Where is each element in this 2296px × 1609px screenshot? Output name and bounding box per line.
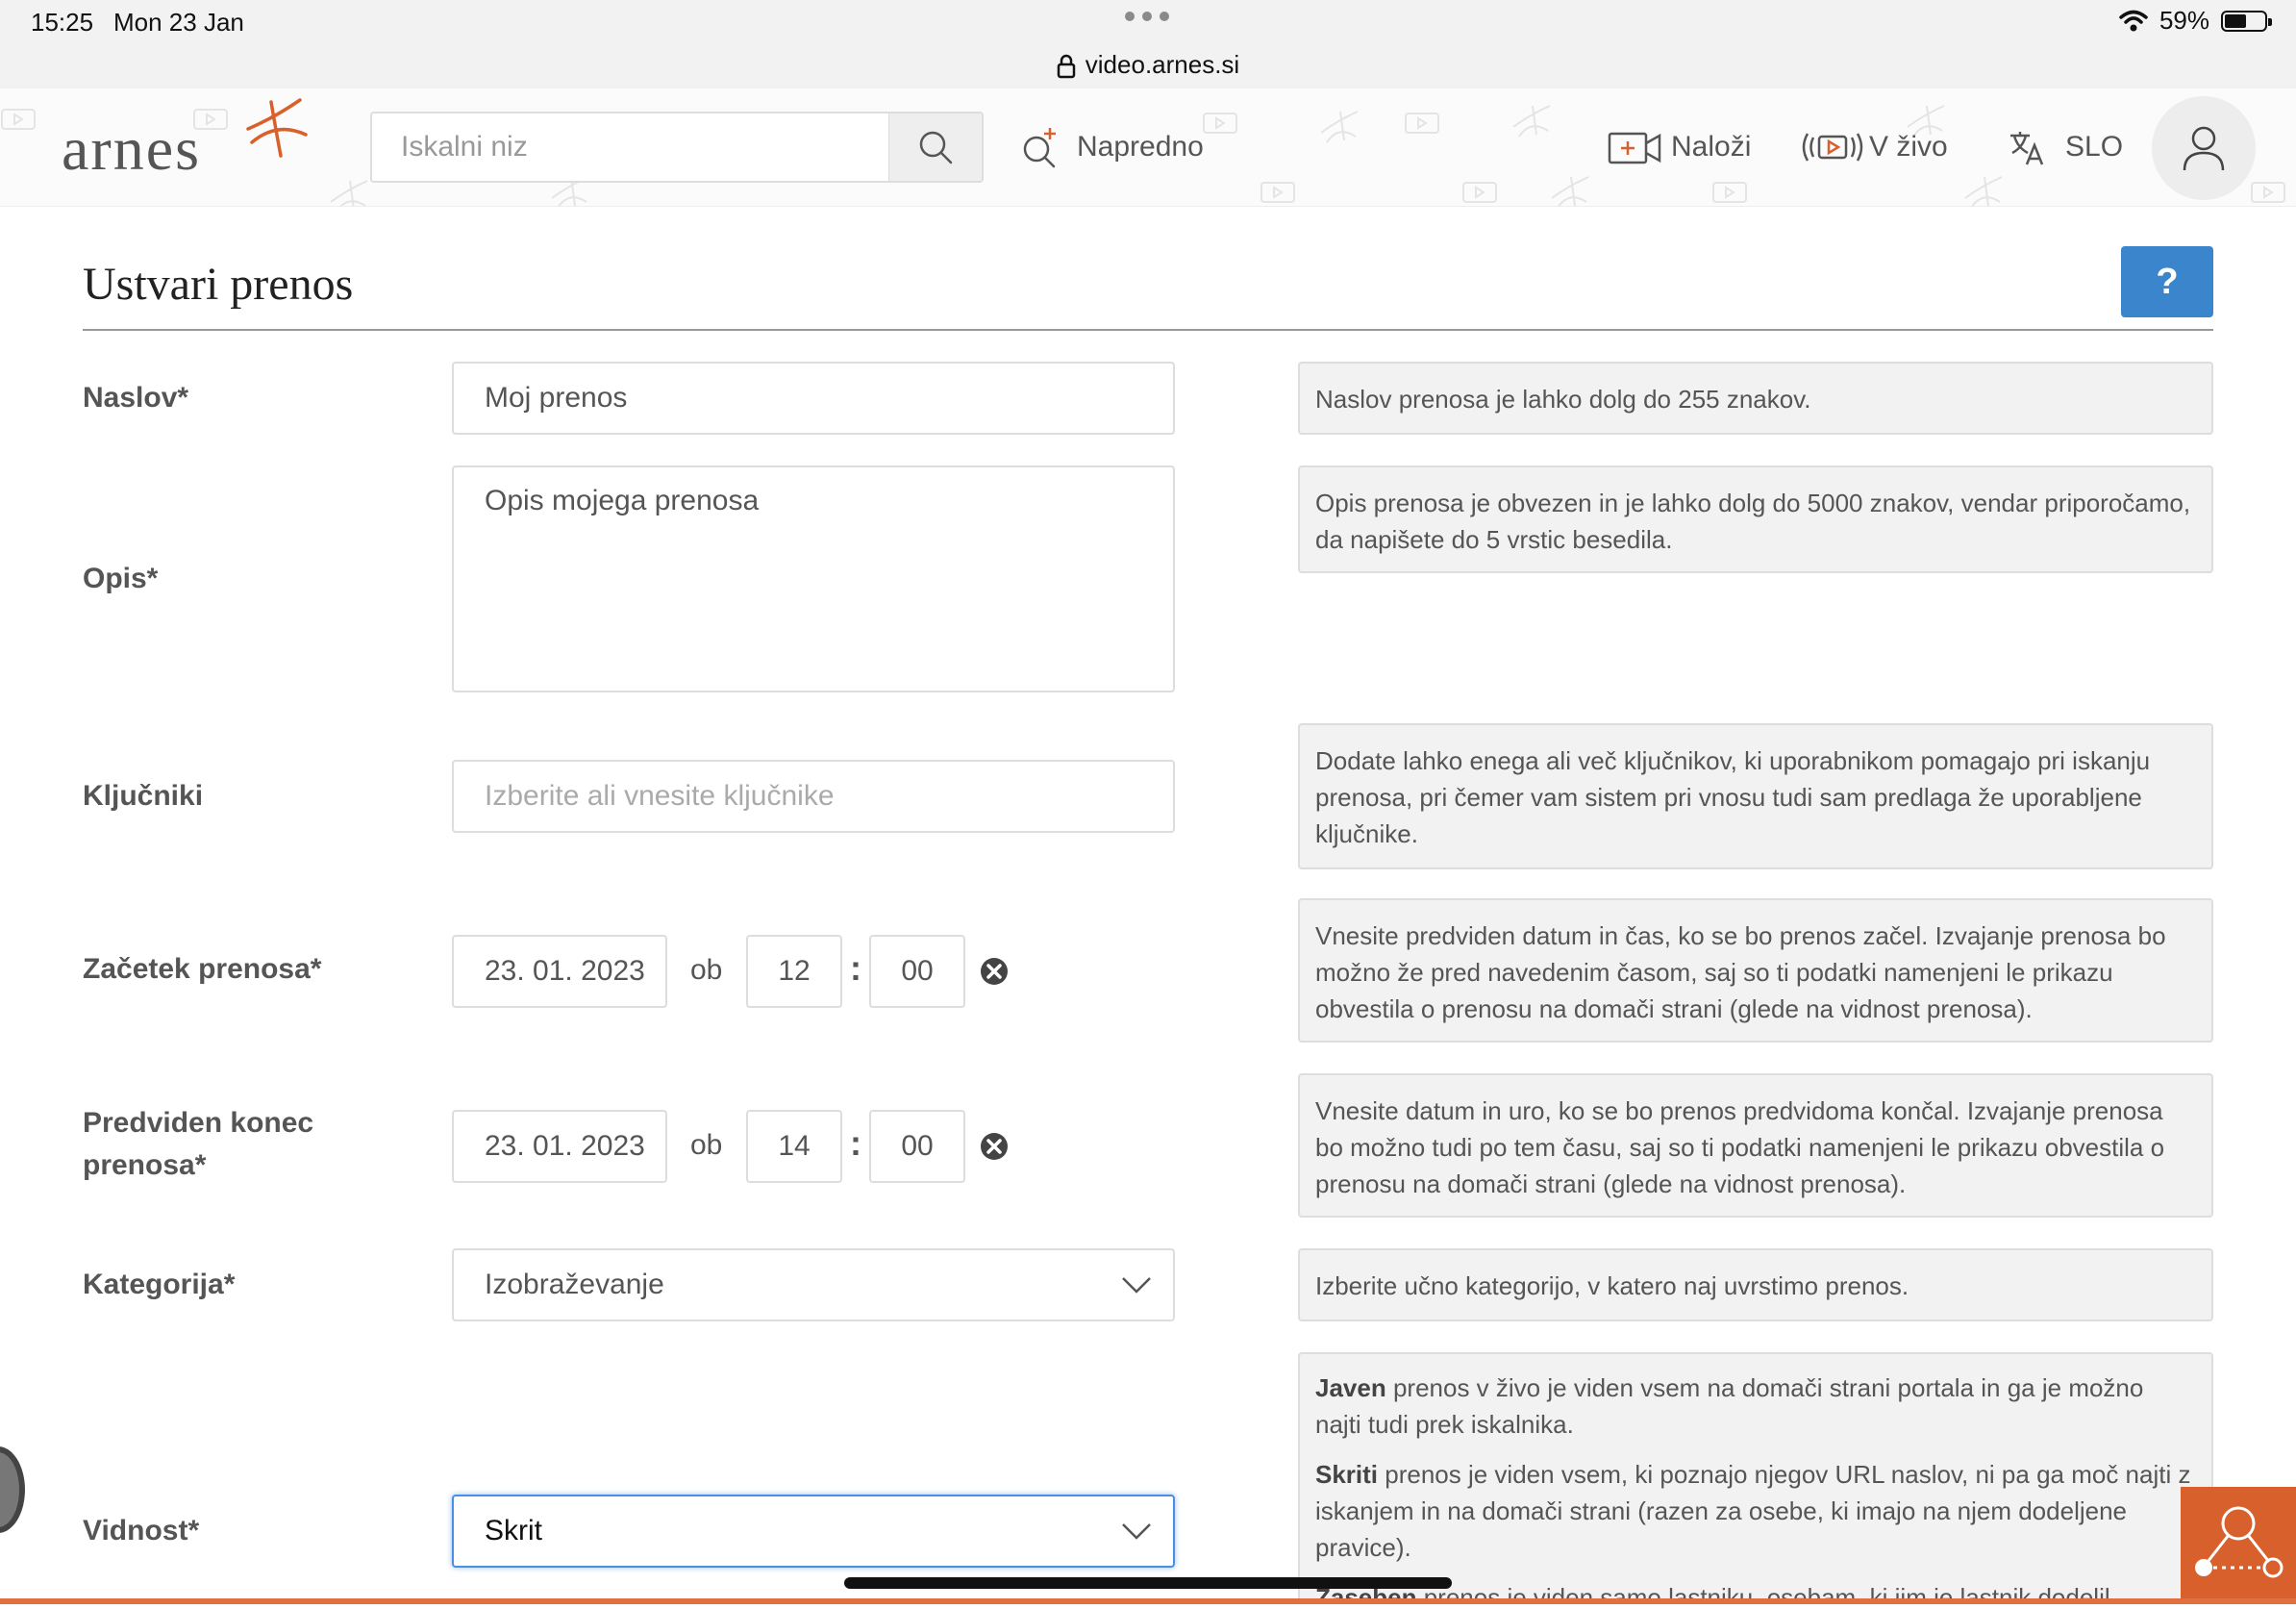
arnes-logo-mark-icon[interactable] xyxy=(242,96,319,163)
language-label: SLO xyxy=(2065,131,2124,163)
start-hour-input[interactable]: 12 xyxy=(746,935,842,1008)
translate-icon xyxy=(2010,132,2044,165)
start-minute-input[interactable]: 00 xyxy=(869,935,965,1008)
end-time-separator: : xyxy=(850,1123,861,1163)
url-text: video.arnes.si xyxy=(1085,50,1240,79)
pattern-bird-icon xyxy=(1320,111,1359,143)
category-label: Kategorija* xyxy=(83,1269,236,1300)
end-date-input[interactable]: 23. 01. 2023 xyxy=(452,1110,667,1183)
start-time-separator: : xyxy=(850,948,861,988)
end-minute-input[interactable]: 00 xyxy=(869,1110,965,1183)
search-box xyxy=(370,112,984,183)
title-help: Naslov prenosa je lahko dolg do 255 znak… xyxy=(1298,362,2213,435)
share-icon xyxy=(2195,1506,2284,1578)
search-input[interactable] xyxy=(372,113,891,181)
advanced-search-icon xyxy=(1023,128,1056,168)
upload-video-icon xyxy=(1608,132,1661,164)
advanced-search-label: Napredno xyxy=(1077,131,1204,163)
start-label: Začetek prenosa* xyxy=(83,953,322,985)
category-help: Izberite učno kategorijo, v katero naj u… xyxy=(1298,1248,2213,1321)
user-menu-button[interactable] xyxy=(2152,96,2256,200)
address-bar[interactable]: video.arnes.si xyxy=(0,50,2296,80)
start-help: Vnesite predviden datum in čas, ko se bo… xyxy=(1298,898,2213,1043)
title-label: Naslov* xyxy=(83,382,189,414)
pattern-play-icon xyxy=(1,109,36,130)
pattern-bird-icon xyxy=(1551,176,1589,206)
site-header: arnes Napredno Naloži xyxy=(0,88,2296,207)
title-divider xyxy=(83,329,2213,331)
multitasking-dots[interactable] xyxy=(1125,12,1169,21)
status-bar: 15:25 Mon 23 Jan 59% video.arnes.si xyxy=(0,0,2296,88)
pattern-play-icon xyxy=(1203,113,1237,134)
end-help: Vnesite datum in uro, ko se bo prenos pr… xyxy=(1298,1073,2213,1218)
visibility-public-text: prenos v živo je viden vsem na domači st… xyxy=(1315,1373,2144,1439)
category-select[interactable]: Izobraževanje xyxy=(452,1248,1175,1321)
start-date-input[interactable]: 23. 01. 2023 xyxy=(452,935,667,1008)
battery-percent: 59% xyxy=(2159,6,2209,35)
visibility-public-term: Javen xyxy=(1315,1373,1386,1402)
keywords-input[interactable]: Izberite ali vnesite ključnike xyxy=(452,760,1175,833)
status-right: 59% xyxy=(2119,6,2272,36)
lock-icon xyxy=(1057,54,1076,79)
visibility-label: Vidnost* xyxy=(83,1515,200,1546)
status-time: 15:25 xyxy=(31,8,94,37)
pattern-play-icon xyxy=(1712,182,1747,203)
start-at-text: ob xyxy=(690,954,723,986)
pattern-play-icon xyxy=(1405,113,1439,134)
chevron-down-icon xyxy=(1122,1523,1151,1540)
clear-end-icon[interactable] xyxy=(979,1131,1010,1162)
end-hour-input[interactable]: 14 xyxy=(746,1110,842,1183)
pattern-bird-icon xyxy=(1964,176,2003,206)
category-value: Izobraževanje xyxy=(485,1269,664,1300)
user-icon xyxy=(2183,126,2225,171)
pattern-bird-icon xyxy=(1512,105,1551,138)
search-button[interactable] xyxy=(888,113,982,181)
end-label-line2: prenosa* xyxy=(83,1149,207,1181)
upload-link[interactable]: Naloži xyxy=(1608,113,1751,181)
home-indicator[interactable] xyxy=(844,1577,1452,1589)
language-switch[interactable]: SLO xyxy=(2008,113,2123,181)
description-textarea[interactable]: Opis mojega prenosa xyxy=(452,465,1175,692)
description-label: Opis* xyxy=(83,563,159,594)
clear-start-icon[interactable] xyxy=(979,956,1010,987)
live-label: V živo xyxy=(1869,131,1948,163)
keywords-help: Dodate lahko enega ali več ključnikov, k… xyxy=(1298,723,2213,869)
pattern-play-icon xyxy=(2251,182,2285,203)
visibility-help-hidden: Skriti prenos je viden vsem, ki poznajo … xyxy=(1315,1456,2196,1566)
live-link[interactable]: V živo xyxy=(1800,113,1948,181)
title-input[interactable]: Moj prenos xyxy=(452,362,1175,435)
visibility-help: Javen prenos v živo je viden vsem na dom… xyxy=(1298,1352,2213,1604)
floating-accessibility-button[interactable] xyxy=(0,1446,25,1533)
battery-icon xyxy=(2221,10,2272,32)
chevron-down-icon xyxy=(1122,1277,1151,1294)
arnes-logo-text[interactable]: arnes xyxy=(62,113,201,185)
help-button[interactable]: ? xyxy=(2121,246,2213,317)
share-button[interactable] xyxy=(2181,1487,2296,1604)
page-title: Ustvari prenos xyxy=(83,259,354,310)
wifi-icon xyxy=(2119,10,2148,31)
pattern-play-icon xyxy=(1462,182,1497,203)
visibility-hidden-term: Skriti xyxy=(1315,1460,1379,1489)
end-label: Predviden konec prenosa* xyxy=(83,1102,313,1187)
upload-label: Naloži xyxy=(1671,131,1752,163)
end-label-line1: Predviden konec xyxy=(83,1107,314,1139)
visibility-hidden-text: prenos je viden vsem, ki poznajo njegov … xyxy=(1315,1460,2191,1562)
keywords-label: Ključniki xyxy=(83,780,204,812)
search-icon xyxy=(919,131,953,164)
end-at-text: ob xyxy=(690,1129,723,1161)
visibility-select[interactable]: Skrit xyxy=(452,1495,1175,1568)
visibility-help-public: Javen prenos v živo je viden vsem na dom… xyxy=(1315,1370,2196,1443)
visibility-value: Skrit xyxy=(485,1515,542,1546)
pattern-play-icon xyxy=(1260,182,1295,203)
live-broadcast-icon xyxy=(1802,133,1863,162)
description-help: Opis prenosa je obvezen in je lahko dolg… xyxy=(1298,465,2213,573)
advanced-search-link[interactable]: Napredno xyxy=(1021,113,1204,181)
bottom-accent-line xyxy=(0,1598,2296,1604)
status-date: Mon 23 Jan xyxy=(113,8,244,37)
pattern-bird-icon xyxy=(330,180,368,206)
